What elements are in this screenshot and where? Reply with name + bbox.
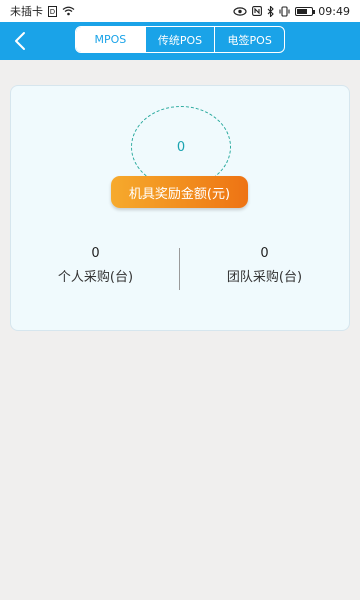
reward-amount-label: 机具奖励金额(元) [111, 176, 248, 208]
reward-amount-value: 0 [176, 139, 186, 155]
eye-icon [233, 6, 247, 16]
sim-card-icon: D [48, 5, 57, 17]
wifi-icon [62, 6, 75, 16]
clock-text: 09:49 [318, 4, 350, 18]
battery-icon [295, 6, 316, 16]
status-bar: 未插卡 D 09:49 [0, 0, 360, 22]
tab-electronic-pos[interactable]: 电签POS [214, 27, 284, 52]
status-right: 09:49 [233, 5, 350, 18]
nfc-icon [252, 6, 263, 16]
team-purchase-label: 团队采购(台) [226, 270, 303, 285]
personal-purchase-stat: 0 个人采购(台) [11, 246, 180, 286]
header-bar: MPOS 传统POS 电签POS [0, 22, 360, 60]
pos-type-segmented-control: MPOS 传统POS 电签POS [75, 26, 285, 53]
personal-purchase-label: 个人采购(台) [57, 270, 134, 285]
back-button[interactable] [6, 26, 34, 56]
tab-traditional-pos[interactable]: 传统POS [144, 27, 215, 52]
team-purchase-stat: 0 团队采购(台) [180, 246, 349, 286]
reward-summary-card: 0 机具奖励金额(元) 0 个人采购(台) 0 团队采购(台) [10, 85, 350, 331]
chevron-left-icon [15, 32, 25, 50]
bluetooth-icon [267, 5, 275, 17]
tab-mpos[interactable]: MPOS [76, 27, 145, 52]
carrier-text: 未插卡 [10, 5, 43, 18]
purchase-stats: 0 个人采购(台) 0 团队采购(台) [11, 246, 349, 292]
team-purchase-value: 0 [260, 246, 269, 261]
status-left: 未插卡 D [10, 3, 75, 19]
battery-fill [297, 8, 308, 14]
vibrate-icon [279, 5, 290, 17]
personal-purchase-value: 0 [91, 246, 100, 261]
